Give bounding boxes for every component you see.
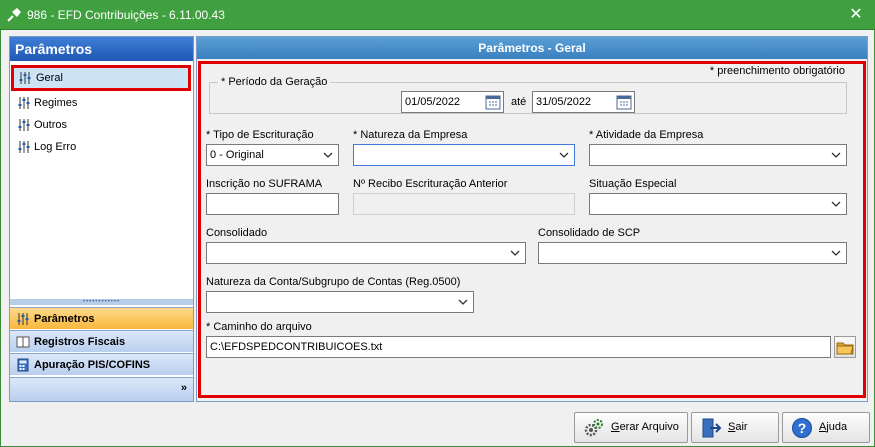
natureza-conta-label: Natureza da Conta/Subgrupo de Contas (Re… xyxy=(206,276,461,288)
sidebar-item-log-erro[interactable]: Log Erro xyxy=(14,137,190,157)
periodo-start-field[interactable]: 01/05/2022 xyxy=(401,91,504,113)
sidebar-group-apuracao[interactable]: Apuração PIS/COFINS xyxy=(10,353,193,375)
inscricao-suframa-label: Inscrição no SUFRAMA xyxy=(206,178,323,190)
consolidado-scp-select[interactable] xyxy=(538,242,847,264)
sidebar-title: Parâmetros xyxy=(10,37,193,61)
close-button[interactable]: ✕ xyxy=(845,4,867,26)
consolidado-select[interactable] xyxy=(206,242,526,264)
chevron-down-icon xyxy=(458,299,468,305)
sidebar-group-label: Parâmetros xyxy=(34,313,95,325)
book-icon xyxy=(16,336,30,348)
natureza-empresa-select[interactable] xyxy=(353,144,575,166)
svg-text:?: ? xyxy=(798,420,807,436)
required-note: * preenchimento obrigatório xyxy=(709,65,845,77)
sidebar-group-registros-fiscais[interactable]: Registros Fiscais xyxy=(10,330,193,352)
sidebar-item-outros[interactable]: Outros xyxy=(14,115,190,135)
caminho-input[interactable]: C:\EFDSPEDCONTRIBUICOES.txt xyxy=(206,336,831,358)
recibo-anterior-input xyxy=(353,193,575,215)
gerar-arquivo-label: Gerar Arquivo xyxy=(611,421,679,433)
situacao-especial-label: Situação Especial xyxy=(589,178,677,190)
chevron-down-icon xyxy=(323,152,333,158)
sidebar-item-label: Outros xyxy=(34,119,68,131)
gerar-arquivo-button[interactable]: Gerar Arquivo xyxy=(574,412,688,443)
recibo-anterior-label: Nº Recibo Escrituração Anterior xyxy=(353,178,508,190)
periodo-legend: * Período da Geração xyxy=(218,76,331,88)
sliders-icon xyxy=(19,72,31,84)
sidebar-group-label: Registros Fiscais xyxy=(34,336,126,348)
chevron-down-icon xyxy=(510,250,520,256)
sidebar-footer: » xyxy=(10,377,193,401)
natureza-empresa-label: * Natureza da Empresa xyxy=(353,129,468,141)
exit-door-icon xyxy=(702,418,722,438)
sair-button[interactable]: Sair xyxy=(691,412,779,443)
ajuda-label: Ajuda xyxy=(819,421,848,433)
sidebar-splitter[interactable]: •••••••••••• xyxy=(10,299,193,305)
panel-title: Parâmetros - Geral xyxy=(197,37,867,59)
atividade-empresa-label: * Atividade da Empresa xyxy=(589,129,704,141)
chevron-double-right-icon[interactable]: » xyxy=(181,382,187,394)
consolidado-label: Consolidado xyxy=(206,227,268,239)
situacao-especial-select[interactable] xyxy=(589,193,847,215)
natureza-conta-select[interactable] xyxy=(206,291,474,313)
sliders-icon xyxy=(18,141,30,153)
caminho-label: * Caminho do arquivo xyxy=(206,321,312,333)
periodo-end-field[interactable]: 31/05/2022 xyxy=(532,91,635,113)
atividade-empresa-select[interactable] xyxy=(589,144,847,166)
tipo-escrituracao-label: * Tipo de Escrituração xyxy=(206,129,314,141)
sidebar-item-label: Regimes xyxy=(34,97,78,109)
sliders-icon xyxy=(18,119,30,131)
inscricao-suframa-input[interactable] xyxy=(206,193,339,215)
sidebar-item-geral[interactable]: Geral xyxy=(11,65,191,91)
sidebar-item-label: Geral xyxy=(36,72,63,84)
calendar-icon[interactable] xyxy=(485,94,501,110)
sliders-icon xyxy=(17,313,29,325)
sliders-icon xyxy=(18,97,30,109)
app-pin-icon xyxy=(7,8,21,22)
main-panel: Parâmetros - Geral * preenchimento obrig… xyxy=(196,36,868,402)
sidebar: Parâmetros Geral Regimes Outros Log Erro… xyxy=(9,36,194,402)
main-window: Parâmetros Geral Regimes Outros Log Erro… xyxy=(0,30,875,447)
consolidado-scp-label: Consolidado de SCP xyxy=(538,227,641,239)
chevron-down-icon xyxy=(831,152,841,158)
browse-folder-button[interactable] xyxy=(834,336,856,358)
calendar-icon[interactable] xyxy=(616,94,632,110)
gears-icon xyxy=(584,419,603,437)
sidebar-group-label: Apuração PIS/COFINS xyxy=(34,359,151,371)
folder-icon xyxy=(836,342,854,355)
window-title: 986 - EFD Contribuições - 6.11.00.43 xyxy=(27,8,225,22)
ajuda-button[interactable]: ? Ajuda xyxy=(782,412,870,443)
sidebar-item-regimes[interactable]: Regimes xyxy=(14,93,190,113)
chevron-down-icon xyxy=(559,152,569,158)
chevron-down-icon xyxy=(831,201,841,207)
chevron-down-icon xyxy=(831,250,841,256)
periodo-group: * Período da Geração xyxy=(209,76,847,114)
periodo-separator: até xyxy=(511,96,527,108)
sidebar-group-parametros[interactable]: Parâmetros xyxy=(10,307,193,329)
title-bar: 986 - EFD Contribuições - 6.11.00.43 ✕ xyxy=(0,0,875,30)
calculator-icon xyxy=(17,358,29,372)
tipo-escrituracao-select[interactable]: 0 - Original xyxy=(206,144,339,166)
sair-label: Sair xyxy=(728,421,748,433)
sidebar-item-label: Log Erro xyxy=(34,141,77,153)
help-icon: ? xyxy=(792,418,812,438)
